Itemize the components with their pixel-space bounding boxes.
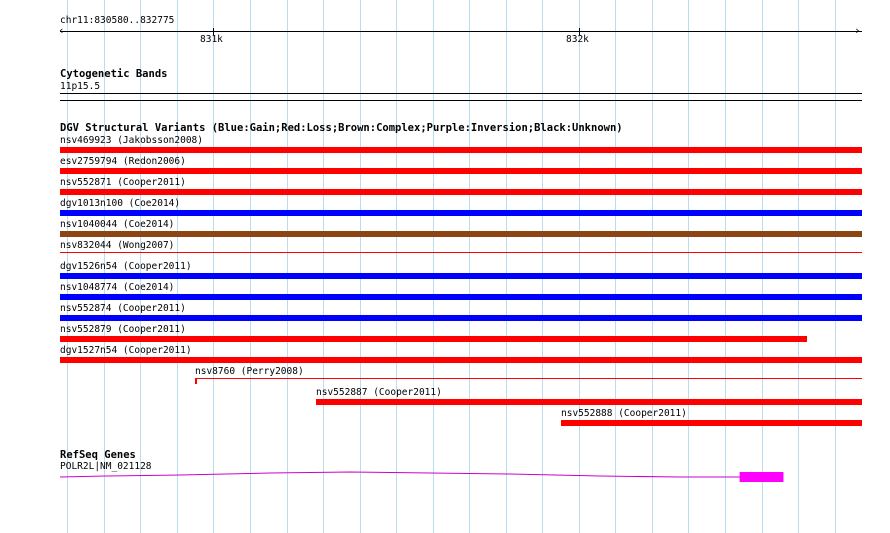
cytoband-bottom-line <box>60 100 862 101</box>
grid-line <box>615 0 616 533</box>
grid-line <box>579 0 580 533</box>
dgv-variant-bar[interactable] <box>60 168 862 174</box>
cytoband-track-title[interactable]: Cytogenetic Bands <box>60 68 167 80</box>
dgv-variant-start-mark <box>195 378 197 384</box>
grid-line <box>287 0 288 533</box>
cytoband-label[interactable]: 11p15.5 <box>60 81 100 92</box>
refseq-intron-line <box>59 471 740 478</box>
dgv-variant-label[interactable]: nsv552871 (Cooper2011) <box>60 177 186 188</box>
dgv-variant-bar[interactable] <box>60 210 862 216</box>
grid-line <box>652 0 653 533</box>
dgv-variant-label[interactable]: nsv552887 (Cooper2011) <box>316 387 442 398</box>
dgv-variant-bar[interactable] <box>60 231 862 237</box>
grid-line <box>396 0 397 533</box>
dgv-track-title[interactable]: DGV Structural Variants (Blue:Gain;Red:L… <box>60 122 623 134</box>
dgv-variant-label[interactable]: dgv1527n54 (Cooper2011) <box>60 345 192 356</box>
ruler-left-arrow-icon: ‹ <box>58 24 65 37</box>
grid-line <box>542 0 543 533</box>
refseq-gene-label[interactable]: POLR2L|NM_021128 <box>60 461 152 472</box>
grid-line <box>360 0 361 533</box>
dgv-variant-label[interactable]: dgv1526n54 (Cooper2011) <box>60 261 192 272</box>
dgv-variant-bar[interactable] <box>316 399 862 405</box>
dgv-variant-bar[interactable] <box>60 147 862 153</box>
dgv-variant-label[interactable]: nsv1040044 (Coe2014) <box>60 219 174 230</box>
grid-line <box>323 0 324 533</box>
grid-line <box>762 0 763 533</box>
refseq-track-title[interactable]: RefSeq Genes <box>60 449 136 461</box>
grid-line <box>688 0 689 533</box>
dgv-variant-label[interactable]: nsv1048774 (Coe2014) <box>60 282 174 293</box>
dgv-variant-label[interactable]: dgv1013n100 (Coe2014) <box>60 198 180 209</box>
grid-line <box>250 0 251 533</box>
grid-line <box>798 0 799 533</box>
dgv-variant-bar[interactable] <box>60 315 862 321</box>
ruler-right-arrow-icon: › <box>854 24 861 37</box>
grid-line <box>835 0 836 533</box>
dgv-variant-label[interactable]: nsv552874 (Cooper2011) <box>60 303 186 314</box>
dgv-variant-label[interactable]: esv2759794 (Redon2006) <box>60 156 186 167</box>
cytoband-top-line <box>60 93 862 94</box>
dgv-variant-label[interactable]: nsv552879 (Cooper2011) <box>60 324 186 335</box>
dgv-variant-bar[interactable] <box>195 378 862 379</box>
dgv-variant-label[interactable]: nsv8760 (Perry2008) <box>195 366 304 377</box>
grid-line <box>433 0 434 533</box>
dgv-variant-bar[interactable] <box>60 294 862 300</box>
ruler-region-label: chr11:830580..832775 <box>60 15 175 26</box>
grid-line <box>469 0 470 533</box>
dgv-variant-bar[interactable] <box>60 189 862 195</box>
dgv-variant-label[interactable]: nsv832044 (Wong2007) <box>60 240 174 251</box>
dgv-variant-bar[interactable] <box>60 336 807 342</box>
dgv-variant-label[interactable]: nsv469923 (Jakobsson2008) <box>60 135 203 146</box>
grid-line <box>213 0 214 533</box>
ruler-tick-label: 831k <box>200 34 223 45</box>
grid-line <box>506 0 507 533</box>
dgv-variant-bar[interactable] <box>60 273 862 279</box>
grid-line <box>725 0 726 533</box>
ruler-line <box>60 31 862 32</box>
dgv-variant-bar[interactable] <box>60 357 862 363</box>
dgv-variant-bar[interactable] <box>60 252 862 253</box>
dgv-variant-label[interactable]: nsv552888 (Cooper2011) <box>561 408 687 419</box>
genome-browser-view: chr11:830580..832775 ‹ › 831k 832k Cytoge… <box>0 0 890 533</box>
dgv-variant-bar[interactable] <box>561 420 862 426</box>
ruler-tick-label: 832k <box>566 34 589 45</box>
